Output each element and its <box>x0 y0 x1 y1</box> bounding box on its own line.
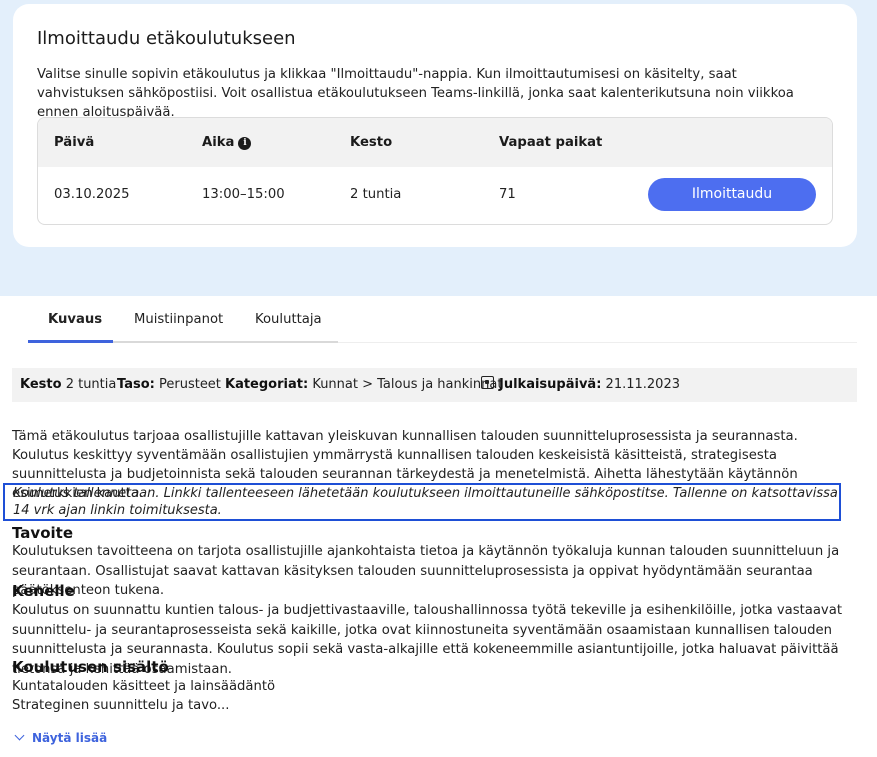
header-duration: Kesto <box>350 135 393 150</box>
tab-kouluttaja[interactable]: Kouluttaja <box>255 312 322 343</box>
registration-title: Ilmoittaudu etäkoulutukseen <box>37 28 296 49</box>
show-more-button[interactable]: Näytä lisää <box>14 730 108 745</box>
meta-level-label: Taso: <box>117 377 155 392</box>
session-time: 13:00–15:00 <box>202 187 285 202</box>
chevron-down-icon <box>14 730 25 741</box>
header-seats: Vapaat paikat <box>499 135 603 150</box>
contents-item-2: Strateginen suunnittelu ja tavo... <box>12 698 230 713</box>
session-table: Päivä Aika i Kesto Vapaat paikat 03.10.20… <box>37 117 833 225</box>
session-duration: 2 tuntia <box>350 187 402 202</box>
meta-categories-value: Kunnat > Talous ja hankinnat <box>312 377 503 392</box>
meta-duration-label: Kesto <box>20 377 62 392</box>
session-date: 03.10.2025 <box>54 187 130 202</box>
session-table-header <box>38 118 832 167</box>
registration-card: Ilmoittaudu etäkoulutukseen Valitse sinu… <box>13 4 857 247</box>
header-date: Päivä <box>54 135 95 150</box>
audience-heading: Kenelle <box>12 582 75 600</box>
header-time: Aika i <box>202 135 252 150</box>
tab-muistiinpanot[interactable]: Muistiinpanot <box>134 312 223 343</box>
course-meta-bar: Kesto 2 tuntia Taso: Perusteet Kategoria… <box>12 368 857 402</box>
tab-kuvaus[interactable]: Kuvaus <box>48 312 102 343</box>
show-more-label: Näytä lisää <box>32 731 108 745</box>
contents-item-1: Kuntatalouden käsitteet ja lainsäädäntö <box>12 679 276 694</box>
meta-categories-label: Kategoriat: <box>225 377 309 392</box>
meta-level-value: Perusteet <box>158 377 221 392</box>
header-time-label: Aika <box>202 135 235 150</box>
goal-text: Koulutuksen tavoitteena on tarjota osall… <box>12 544 840 598</box>
recording-note: Koulutus tallennetaan. Linkki tallentees… <box>13 486 838 518</box>
tabs-divider-rest <box>338 342 857 343</box>
registration-description: Valitse sinulle sopivin etäkoulutus ja k… <box>37 67 794 120</box>
contents-heading: Koulutusen sisältö <box>12 658 169 676</box>
meta-published-value: 21.11.2023 <box>605 377 680 392</box>
calendar-icon <box>481 376 494 389</box>
meta-published-label: Julkaisupäivä: <box>499 377 602 392</box>
goal-heading: Tavoite <box>12 524 73 542</box>
register-button[interactable]: Ilmoittaudu <box>648 178 816 211</box>
meta-duration-value: 2 tuntia <box>65 377 117 392</box>
info-icon[interactable]: i <box>238 137 252 150</box>
session-seats: 71 <box>499 187 516 202</box>
